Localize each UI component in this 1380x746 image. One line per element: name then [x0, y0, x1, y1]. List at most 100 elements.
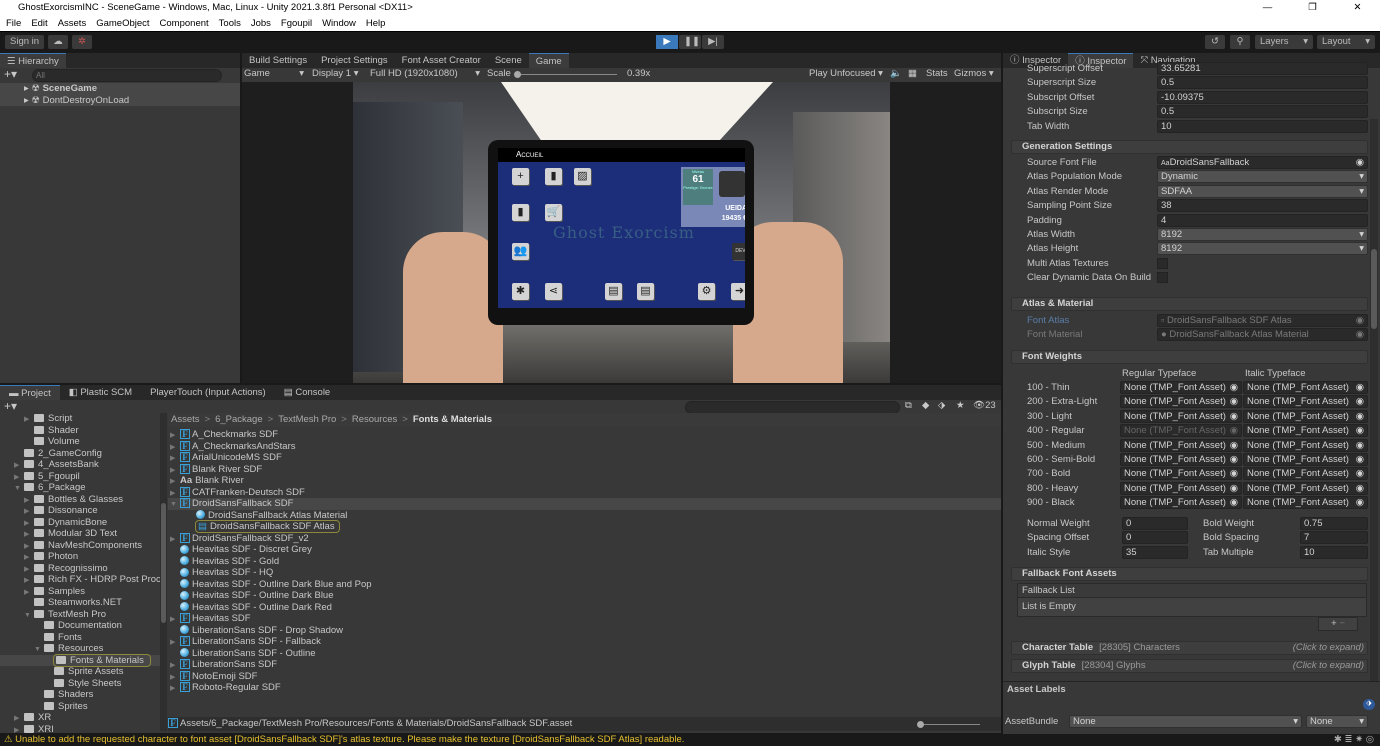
regular-typeface-field[interactable]: None (TMP_Font Asset)◉: [1120, 395, 1242, 408]
asset-droidsansfallback-sdf[interactable]: ▼FDroidSansFallback SDF: [168, 498, 1001, 510]
tab-playertouch-input-actions[interactable]: PlayerTouch (Input Actions): [141, 385, 275, 400]
asset-heavitas-sdf-outline-dark-blue[interactable]: Heavitas SDF - Outline Dark Blue: [168, 590, 1001, 602]
folder-2-gameconfig[interactable]: 2_GameConfig: [0, 448, 160, 460]
checkbox-clear-dynamic-data-on-build[interactable]: [1157, 272, 1168, 283]
regular-typeface-field[interactable]: None (TMP_Font Asset)◉: [1120, 424, 1242, 437]
folder-documentation[interactable]: Documentation: [0, 620, 160, 632]
tree-scrollbar[interactable]: [160, 413, 167, 731]
folder-samples[interactable]: ▶Samples: [0, 586, 160, 598]
inspector-scrollbar[interactable]: [1370, 119, 1378, 709]
plus-app-icon[interactable]: +: [512, 168, 529, 185]
display-dropdown[interactable]: Display 1 ▾: [312, 68, 359, 79]
asset-heavitas-sdf-outline-dark-red[interactable]: Heavitas SDF - Outline Dark Red: [168, 602, 1001, 614]
tab-console[interactable]: ▤ Console: [275, 385, 339, 400]
resolution-dropdown[interactable]: Full HD (1920x1080)▾: [370, 68, 480, 79]
hierarchy-item-scenegame[interactable]: ▸ ☢ SceneGame: [0, 83, 240, 95]
object-picker-icon[interactable]: ◉: [1356, 454, 1364, 465]
spacing-offset-field[interactable]: 0: [1122, 531, 1188, 544]
tab-scene[interactable]: Scene: [488, 53, 529, 68]
menu-gameobject[interactable]: GameObject: [96, 16, 149, 31]
italic-typeface-field[interactable]: None (TMP_Font Asset)◉: [1243, 496, 1368, 509]
italic-typeface-field[interactable]: None (TMP_Font Asset)◉: [1243, 410, 1368, 423]
character-table-header[interactable]: Character Table[28305] Characters(Click …: [1011, 641, 1368, 655]
asset-heavitas-sdf[interactable]: ▶FHeavitas SDF: [168, 613, 1001, 625]
cart-app-icon[interactable]: 🛒: [545, 204, 562, 221]
italic-typeface-field[interactable]: None (TMP_Font Asset)◉: [1243, 395, 1368, 408]
object-picker-icon[interactable]: ◉: [1356, 382, 1364, 393]
menu-tools[interactable]: Tools: [219, 16, 241, 31]
breadcrumb-textmesh-pro[interactable]: TextMesh Pro: [278, 414, 336, 425]
bold-spacing-field[interactable]: 7: [1300, 531, 1368, 544]
object-picker-icon[interactable]: ◉: [1230, 497, 1238, 508]
cache-icon[interactable]: ≣: [1344, 734, 1352, 745]
label-icon[interactable]: ⬗: [938, 400, 945, 411]
italic-typeface-field[interactable]: None (TMP_Font Asset)◉: [1243, 439, 1368, 452]
object-picker-icon[interactable]: ◉: [1356, 483, 1364, 494]
menu-assets[interactable]: Assets: [58, 16, 87, 31]
users-app-icon[interactable]: 👥: [512, 243, 529, 260]
assetbundle-variant-dropdown[interactable]: None▾: [1306, 715, 1368, 728]
folder-xri[interactable]: ▶XRI: [0, 724, 160, 734]
object-picker-icon[interactable]: ◉: [1356, 440, 1364, 451]
section-atlas-material[interactable]: Atlas & Material: [1011, 297, 1368, 311]
collapsed-arrow-icon[interactable]: ▶: [24, 552, 34, 564]
source-font-file-field[interactable]: AaDroidSansFallback◉: [1157, 156, 1368, 169]
menu-component[interactable]: Component: [160, 16, 209, 31]
folder-sprites[interactable]: Sprites: [0, 701, 160, 713]
expanded-arrow-icon[interactable]: ▼: [14, 483, 24, 495]
menu-jobs[interactable]: Jobs: [251, 16, 271, 31]
section-generation-settings[interactable]: Generation Settings: [1011, 140, 1368, 154]
asset-heavitas-sdf-gold[interactable]: Heavitas SDF - Gold: [168, 556, 1001, 568]
minimize-button[interactable]: —: [1245, 0, 1290, 16]
object-picker-icon[interactable]: ◉: [1356, 411, 1364, 422]
superscript-size-field[interactable]: 0.5: [1157, 76, 1368, 89]
object-picker-icon[interactable]: ◉: [1356, 396, 1364, 407]
collapsed-arrow-icon[interactable]: ▶: [14, 713, 24, 725]
game-mode-dropdown[interactable]: Game▾: [244, 68, 304, 79]
object-picker-icon[interactable]: ◉: [1356, 425, 1364, 436]
scroll-thumb[interactable]: [161, 503, 166, 623]
checkbox-multi-atlas-textures[interactable]: [1157, 258, 1168, 269]
asset-heavitas-sdf-outline-dark-blue-and-pop[interactable]: Heavitas SDF - Outline Dark Blue and Pop: [168, 579, 1001, 591]
folder-style-sheets[interactable]: Style Sheets: [0, 678, 160, 690]
pause-button[interactable]: ❚❚: [679, 35, 701, 49]
collapsed-arrow-icon[interactable]: ▶: [170, 453, 180, 465]
collapsed-arrow-icon[interactable]: ▶: [14, 460, 24, 472]
menu-window[interactable]: Window: [322, 16, 356, 31]
create-icon[interactable]: +▾: [4, 400, 17, 413]
debug-icon[interactable]: ✱: [1334, 734, 1342, 745]
folder-photon[interactable]: ▶Photon: [0, 551, 160, 563]
folder-fonts[interactable]: Fonts: [0, 632, 160, 644]
asset-a-checkmarks-sdf[interactable]: ▶FA_Checkmarks SDF: [168, 429, 1001, 441]
search-by-type-icon[interactable]: ⧉: [905, 400, 912, 411]
labels-tag-icon[interactable]: ⬗: [1363, 699, 1375, 710]
object-picker-icon[interactable]: ◉: [1230, 411, 1238, 422]
expanded-arrow-icon[interactable]: ▼: [170, 499, 180, 511]
object-picker-icon[interactable]: ◉: [1230, 454, 1238, 465]
scroll-thumb[interactable]: [1371, 249, 1377, 329]
object-picker-icon[interactable]: ◉: [1230, 396, 1238, 407]
remove-element-button[interactable]: −: [1339, 618, 1345, 629]
object-picker-icon[interactable]: ◉: [1230, 483, 1238, 494]
menu-fgoupil[interactable]: Fgoupil: [281, 16, 312, 31]
atlas-height-dropdown[interactable]: 8192▾: [1157, 242, 1368, 255]
italic-typeface-field[interactable]: None (TMP_Font Asset)◉: [1243, 467, 1368, 480]
object-picker-icon[interactable]: ◉: [1230, 440, 1238, 451]
folder-shaders[interactable]: Shaders: [0, 689, 160, 701]
tab-font-asset-creator[interactable]: Font Asset Creator: [395, 53, 488, 68]
regular-typeface-field[interactable]: None (TMP_Font Asset)◉: [1120, 453, 1242, 466]
progress-icon[interactable]: ✷: [1355, 734, 1363, 745]
folder-sprite-assets[interactable]: Sprite Assets: [0, 666, 160, 678]
object-picker-icon[interactable]: ◉: [1356, 468, 1364, 479]
bold-weight-field[interactable]: 0.75: [1300, 517, 1368, 530]
journal-app-icon[interactable]: ▤: [637, 283, 654, 300]
step-button[interactable]: ▶|: [702, 35, 724, 49]
folder-bottles-glasses[interactable]: ▶Bottles & Glasses: [0, 494, 160, 506]
collapsed-arrow-icon[interactable]: ▶: [170, 430, 180, 442]
asset-liberationsans-sdf-fallback[interactable]: ▶FLiberationSans SDF - Fallback: [168, 636, 1001, 648]
exit-app-icon[interactable]: ➜: [731, 283, 745, 300]
tablet-screen[interactable]: Accueil Ghost Exorcism Niveau 61 Prestig…: [498, 148, 745, 308]
search-icon[interactable]: ⚲: [1230, 35, 1250, 49]
favorite-icon[interactable]: ★: [956, 400, 965, 411]
asset-heavitas-sdf-discret-grey[interactable]: Heavitas SDF - Discret Grey: [168, 544, 1001, 556]
